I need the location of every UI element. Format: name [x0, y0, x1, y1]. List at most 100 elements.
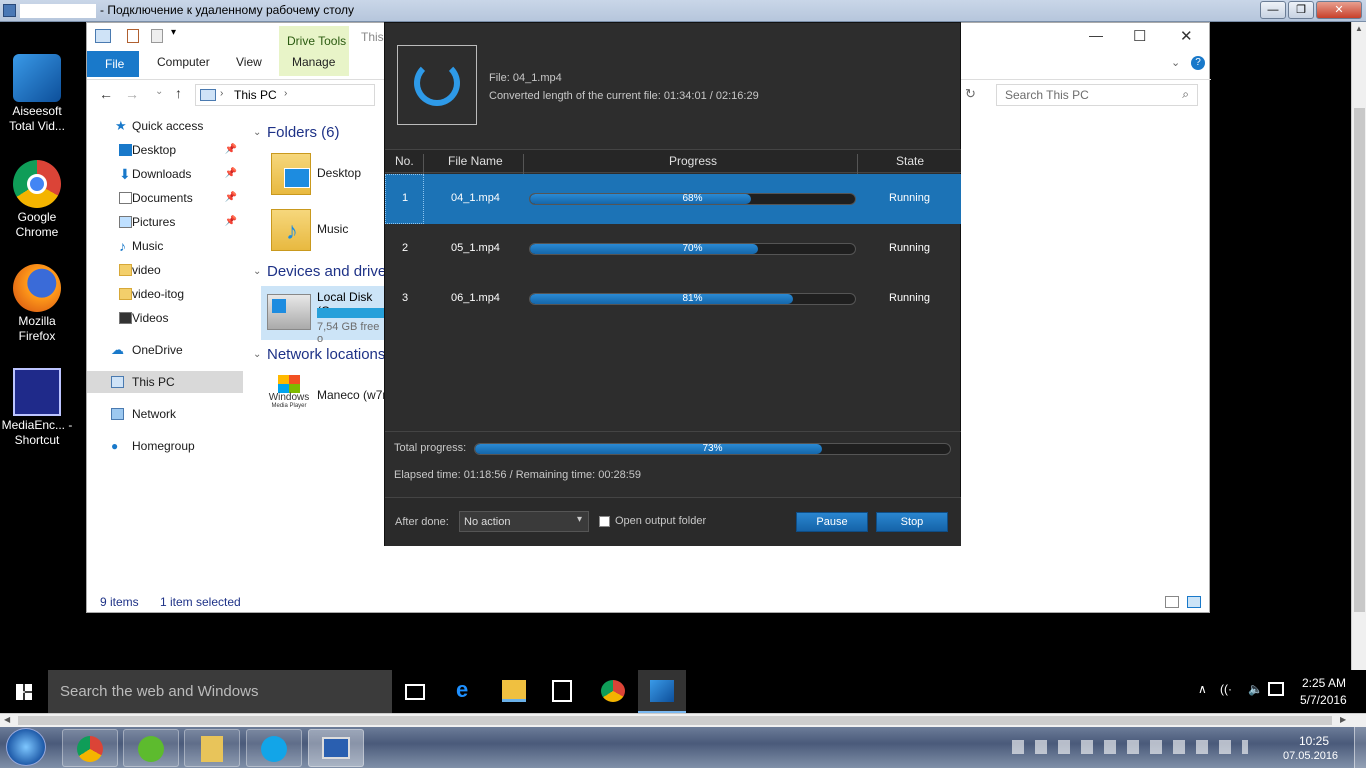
- nav-this-pc[interactable]: This PC: [87, 371, 243, 393]
- maximize-button[interactable]: ☐: [1133, 27, 1146, 45]
- open-output-checkbox[interactable]: [599, 516, 610, 527]
- file-explorer-icon[interactable]: [502, 680, 526, 702]
- open-output-label[interactable]: Open output folder: [615, 515, 706, 527]
- wifi-icon[interactable]: ((·: [1220, 682, 1232, 696]
- nav-videos[interactable]: Videos: [87, 307, 243, 329]
- nav-network[interactable]: Network: [87, 403, 243, 425]
- close-button[interactable]: ✕: [1180, 27, 1193, 45]
- nav-homegroup[interactable]: ● Homegroup: [87, 435, 243, 457]
- address-bar[interactable]: › This PC ›: [195, 84, 375, 106]
- taskbar7-utorrent[interactable]: [123, 729, 179, 767]
- desktop-folder-icon[interactable]: [271, 153, 311, 195]
- section-folders[interactable]: Folders (6): [267, 124, 340, 141]
- taskbar7-time[interactable]: 10:25: [1299, 734, 1329, 748]
- redacted-host: [20, 4, 96, 18]
- taskbar7-rdp[interactable]: [308, 729, 364, 767]
- breadcrumb-this-pc[interactable]: This PC: [234, 88, 277, 102]
- task-row[interactable]: 2 05_1.mp4 70% Running: [385, 224, 961, 274]
- properties-icon[interactable]: [127, 29, 139, 43]
- taskbar7-date[interactable]: 07.05.2016: [1283, 750, 1338, 762]
- chevron-down-icon[interactable]: ⌄: [253, 127, 261, 138]
- tiles-view-icon[interactable]: [1187, 596, 1201, 608]
- tab-computer[interactable]: Computer: [157, 55, 210, 69]
- tab-view[interactable]: View: [236, 55, 262, 69]
- refresh-icon[interactable]: ↻: [965, 86, 976, 102]
- ribbon-expand-icon[interactable]: ⌄: [1171, 56, 1180, 69]
- file-tab[interactable]: File: [87, 51, 139, 77]
- scroll-left-icon[interactable]: ◀: [4, 715, 10, 724]
- tab-manage[interactable]: Manage: [292, 55, 335, 69]
- new-folder-icon[interactable]: [151, 29, 163, 43]
- local-disk-item[interactable]: Local Disk (C 7,54 GB free o: [261, 286, 385, 345]
- start-button-icon[interactable]: [16, 684, 32, 700]
- music-folder-icon[interactable]: ♪: [271, 209, 311, 251]
- recent-dropdown-icon[interactable]: ⌄: [155, 86, 163, 97]
- rdp-close-button[interactable]: ✕: [1316, 1, 1362, 19]
- rdp-minimize-button[interactable]: —: [1260, 1, 1286, 19]
- nav-documents[interactable]: Documents 📌: [87, 187, 243, 209]
- up-icon[interactable]: ↑: [175, 85, 182, 101]
- computer-icon[interactable]: [95, 29, 111, 43]
- desktop-icon-aiseesoft[interactable]: Aiseesoft Total Vid...: [0, 54, 74, 134]
- taskbar7-chrome[interactable]: [62, 729, 118, 767]
- chevron-down-icon[interactable]: ⌄: [253, 349, 261, 360]
- rdp-restore-button[interactable]: ❐: [1288, 1, 1314, 19]
- details-view-icon[interactable]: [1165, 596, 1179, 608]
- scroll-right-icon[interactable]: ▶: [1340, 715, 1346, 724]
- section-network[interactable]: Network locations: [267, 346, 385, 363]
- nav-pictures[interactable]: Pictures 📌: [87, 211, 243, 233]
- forward-icon[interactable]: →: [125, 86, 139, 102]
- system-tray-icons[interactable]: [1012, 740, 1248, 754]
- taskbar7-explorer[interactable]: [184, 729, 240, 767]
- nav-onedrive[interactable]: ☁ OneDrive: [87, 339, 243, 361]
- horizontal-scrollbar[interactable]: ◀ ▶: [0, 713, 1366, 727]
- task-progress-label: 68%: [682, 193, 703, 204]
- qa-dropdown-icon[interactable]: ▾: [171, 27, 176, 38]
- folder-music[interactable]: Music: [317, 222, 348, 236]
- task-row[interactable]: 3 06_1.mp4 81% Running: [385, 274, 961, 324]
- task-progress-label: 70%: [682, 243, 703, 254]
- col-progress: Progress: [669, 154, 718, 168]
- start-orb-icon[interactable]: [6, 728, 46, 766]
- scroll-thumb[interactable]: [1354, 108, 1365, 612]
- nav-quick-access[interactable]: ★ Quick access: [87, 115, 243, 137]
- desktop-icon-mediaencoder[interactable]: MediaEnc... - Shortcut: [0, 368, 74, 448]
- desktop-icon-chrome[interactable]: Google Chrome: [0, 160, 74, 240]
- desktop-icon-firefox[interactable]: Mozilla Firefox: [0, 264, 74, 344]
- stop-button[interactable]: Stop: [876, 512, 948, 532]
- section-devices[interactable]: Devices and drive: [267, 263, 386, 280]
- aiseesoft-icon: [13, 54, 61, 102]
- chevron-down-icon[interactable]: ⌄: [253, 266, 261, 277]
- edge-icon[interactable]: e: [456, 677, 480, 702]
- taskbar7-skype[interactable]: [246, 729, 302, 767]
- pause-button[interactable]: Pause: [796, 512, 868, 532]
- folder-desktop[interactable]: Desktop: [317, 166, 361, 180]
- help-icon[interactable]: ?: [1191, 56, 1205, 70]
- minimize-button[interactable]: —: [1089, 27, 1103, 43]
- nav-downloads[interactable]: ⬇ Downloads 📌: [87, 163, 243, 185]
- store-icon[interactable]: [552, 680, 572, 702]
- search-input[interactable]: Search This PC ⌕: [996, 84, 1198, 106]
- nav-desktop[interactable]: Desktop 📌: [87, 139, 243, 161]
- show-desktop-button[interactable]: [1354, 727, 1366, 768]
- show-hidden-icons[interactable]: ∧: [1198, 682, 1207, 696]
- after-done-select[interactable]: No action ▾: [459, 511, 589, 532]
- volume-icon[interactable]: 🔈: [1248, 682, 1263, 696]
- task-row[interactable]: 1 04_1.mp4 68% Running: [385, 174, 961, 224]
- hscroll-thumb[interactable]: [18, 716, 1332, 725]
- nav-music[interactable]: ♪ Music: [87, 235, 243, 257]
- network-location-name[interactable]: Maneco (w7r: [317, 388, 386, 402]
- taskbar10-time[interactable]: 2:25 AM: [1302, 676, 1346, 690]
- chrome-taskbar-icon[interactable]: [601, 680, 625, 702]
- taskbar-search-box[interactable]: Search the web and Windows: [48, 670, 392, 713]
- media-player-icon[interactable]: Windows Media Player: [267, 375, 311, 415]
- aiseesoft-taskbar-item[interactable]: [638, 670, 686, 713]
- back-icon[interactable]: ←: [99, 86, 113, 102]
- scroll-up-icon[interactable]: ▲: [1355, 24, 1363, 33]
- task-view-icon[interactable]: [405, 684, 425, 700]
- nav-video[interactable]: video: [87, 259, 243, 281]
- taskbar10-date[interactable]: 5/7/2016: [1300, 693, 1347, 707]
- nav-video-itog[interactable]: video-itog: [87, 283, 243, 305]
- action-center-icon[interactable]: [1268, 682, 1284, 696]
- vertical-scrollbar[interactable]: ▲ ▼: [1351, 22, 1366, 713]
